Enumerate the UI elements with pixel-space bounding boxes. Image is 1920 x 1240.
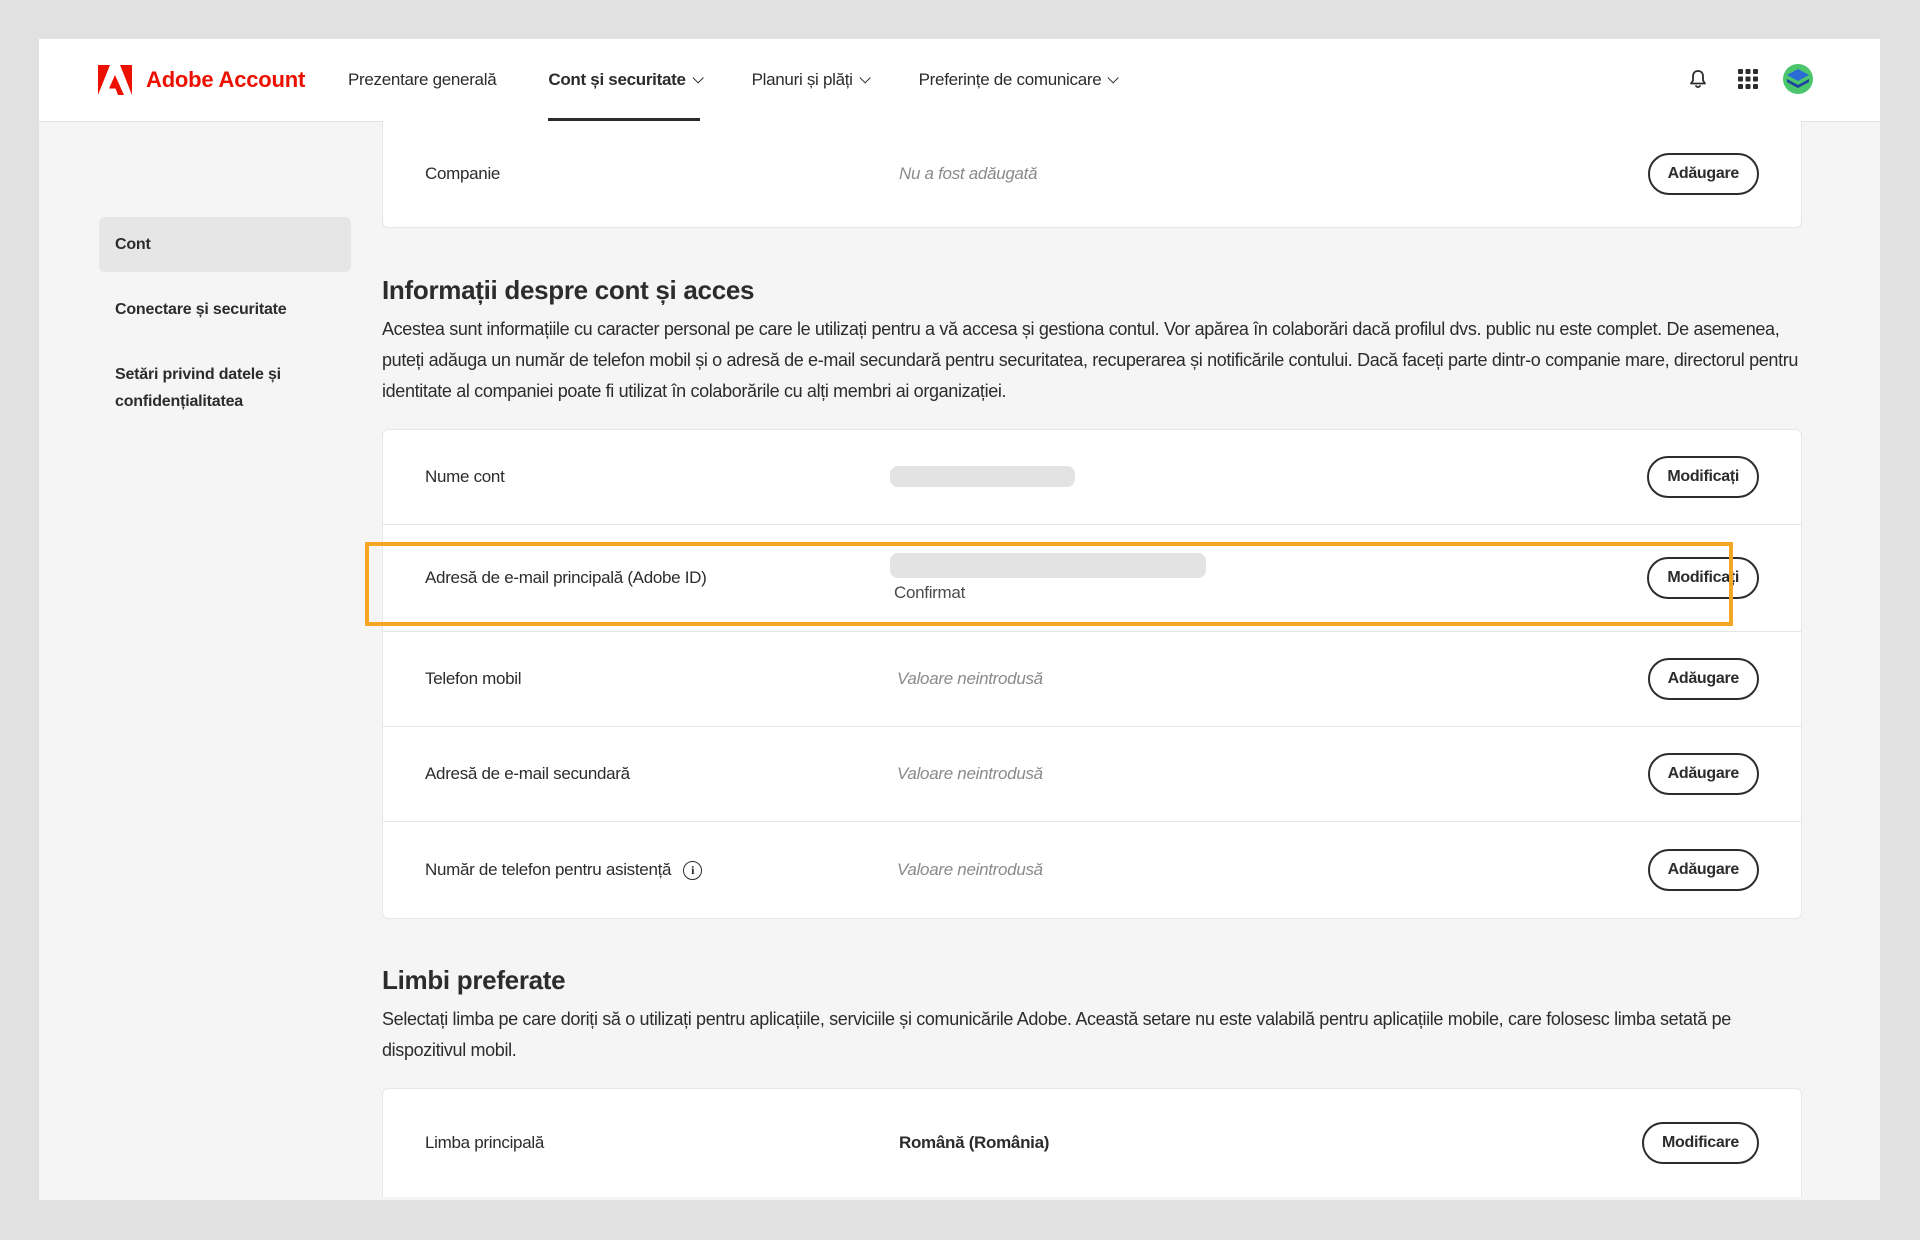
language-card: Limba principală Română (România) Modifi…: [382, 1088, 1802, 1197]
add-company-button[interactable]: Adăugare: [1647, 153, 1759, 195]
nav-communication-preferences[interactable]: Preferințe de comunicare: [918, 39, 1120, 121]
sidebar-item-label: Setări privind datele și confidențialita…: [115, 366, 281, 410]
account-name-label: Nume cont: [425, 467, 505, 486]
primary-email-redacted: [890, 553, 1206, 578]
chevron-down-icon: [692, 72, 704, 84]
language-section-title: Limbi preferate: [382, 965, 566, 995]
main-content: Companie Nu a fost adăugată Adăugare Inf…: [382, 121, 1802, 1197]
nav-communication-preferences-label: Preferințe de comunicare: [918, 70, 1102, 89]
mobile-phone-label: Telefon mobil: [425, 669, 522, 688]
primary-email-status: Confirmat: [894, 583, 965, 602]
bell-icon[interactable]: [1682, 63, 1714, 95]
company-value: Nu a fost adăugată: [899, 164, 1038, 183]
add-secondary-email-button[interactable]: Adăugare: [1647, 753, 1759, 795]
change-language-button[interactable]: Modificare: [1641, 1122, 1759, 1164]
nav-account-security[interactable]: Cont și securitate: [548, 39, 704, 121]
chevron-down-icon: [1107, 72, 1120, 84]
secondary-email-row: Adresă de e-mail secundară Valoare neint…: [383, 727, 1801, 822]
company-label: Companie: [425, 164, 501, 183]
company-row: Companie Nu a fost adăugată Adăugare: [383, 121, 1801, 227]
mobile-phone-value: Valoare neintrodusă: [897, 669, 1043, 688]
language-section: Limbi preferate Selectați limba pe care …: [382, 965, 1802, 1066]
nav-plans-payments-label: Planuri și plăți: [751, 70, 853, 89]
add-mobile-phone-button[interactable]: Adăugare: [1647, 658, 1759, 700]
primary-language-value: Română (România): [899, 1133, 1050, 1152]
top-navigation-bar: Adobe Account Prezentare generală Cont ș…: [39, 39, 1880, 122]
support-phone-row: Număr de telefon pentru asistență i Valo…: [383, 822, 1801, 918]
company-card: Companie Nu a fost adăugată Adăugare: [382, 121, 1802, 228]
primary-email-row: Adresă de e-mail principală (Adobe ID) C…: [383, 525, 1801, 632]
sidebar-item-data-privacy[interactable]: Setări privind datele și confidențialita…: [99, 347, 321, 429]
add-support-phone-button[interactable]: Adăugare: [1647, 849, 1759, 891]
info-icon[interactable]: i: [683, 860, 703, 880]
nav-overview-label: Prezentare generală: [348, 70, 497, 89]
brand[interactable]: Adobe Account: [98, 65, 305, 95]
account-section: Informații despre cont și acces Acestea …: [382, 275, 1802, 407]
account-name-row: Nume cont Modificați: [383, 430, 1801, 525]
account-info-card: Nume cont Modificați Adresă de e-mail pr…: [382, 429, 1802, 919]
secondary-email-label: Adresă de e-mail secundară: [425, 764, 630, 783]
app-window: Adobe Account Prezentare generală Cont ș…: [39, 39, 1880, 1200]
nav-plans-payments[interactable]: Planuri și plăți: [751, 39, 871, 121]
main-nav: Prezentare generală Cont și securitate P…: [348, 39, 1167, 121]
brand-name: Adobe Account: [146, 67, 306, 92]
sidebar: Cont Conectare și securitate Setări priv…: [99, 217, 351, 439]
support-phone-label-wrap: Număr de telefon pentru asistență i: [425, 822, 703, 918]
account-name-redacted: [890, 466, 1075, 487]
chevron-down-icon: [859, 72, 871, 84]
secondary-email-value: Valoare neintrodusă: [897, 764, 1043, 783]
primary-email-label: Adresă de e-mail principală (Adobe ID): [425, 568, 707, 587]
header-actions: [1682, 63, 1814, 95]
primary-language-row: Limba principală Română (România) Modifi…: [383, 1089, 1801, 1197]
nav-overview[interactable]: Prezentare generală: [348, 39, 497, 121]
support-phone-value: Valoare neintrodusă: [897, 860, 1043, 879]
primary-language-label: Limba principală: [425, 1133, 544, 1152]
sidebar-item-account[interactable]: Cont: [99, 217, 351, 272]
support-phone-label: Număr de telefon pentru asistență: [425, 860, 672, 879]
account-section-title: Informații despre cont și acces: [382, 275, 755, 305]
app-grid-icon[interactable]: [1732, 63, 1764, 95]
mobile-phone-row: Telefon mobil Valoare neintrodusă Adăuga…: [383, 632, 1801, 727]
nav-account-security-label: Cont și securitate: [548, 70, 686, 89]
change-primary-email-button[interactable]: Modificați: [1647, 557, 1759, 599]
change-account-name-button[interactable]: Modificați: [1647, 456, 1759, 498]
sidebar-item-label: Conectare și securitate: [115, 301, 287, 318]
sidebar-item-label: Cont: [115, 236, 151, 253]
avatar[interactable]: [1782, 63, 1814, 95]
sidebar-item-login-security[interactable]: Conectare și securitate: [99, 282, 351, 337]
language-section-description: Selectați limba pe care doriți să o util…: [382, 1009, 1731, 1060]
adobe-logo-icon: [98, 65, 132, 95]
account-section-description: Acestea sunt informațiile cu caracter pe…: [382, 319, 1799, 401]
